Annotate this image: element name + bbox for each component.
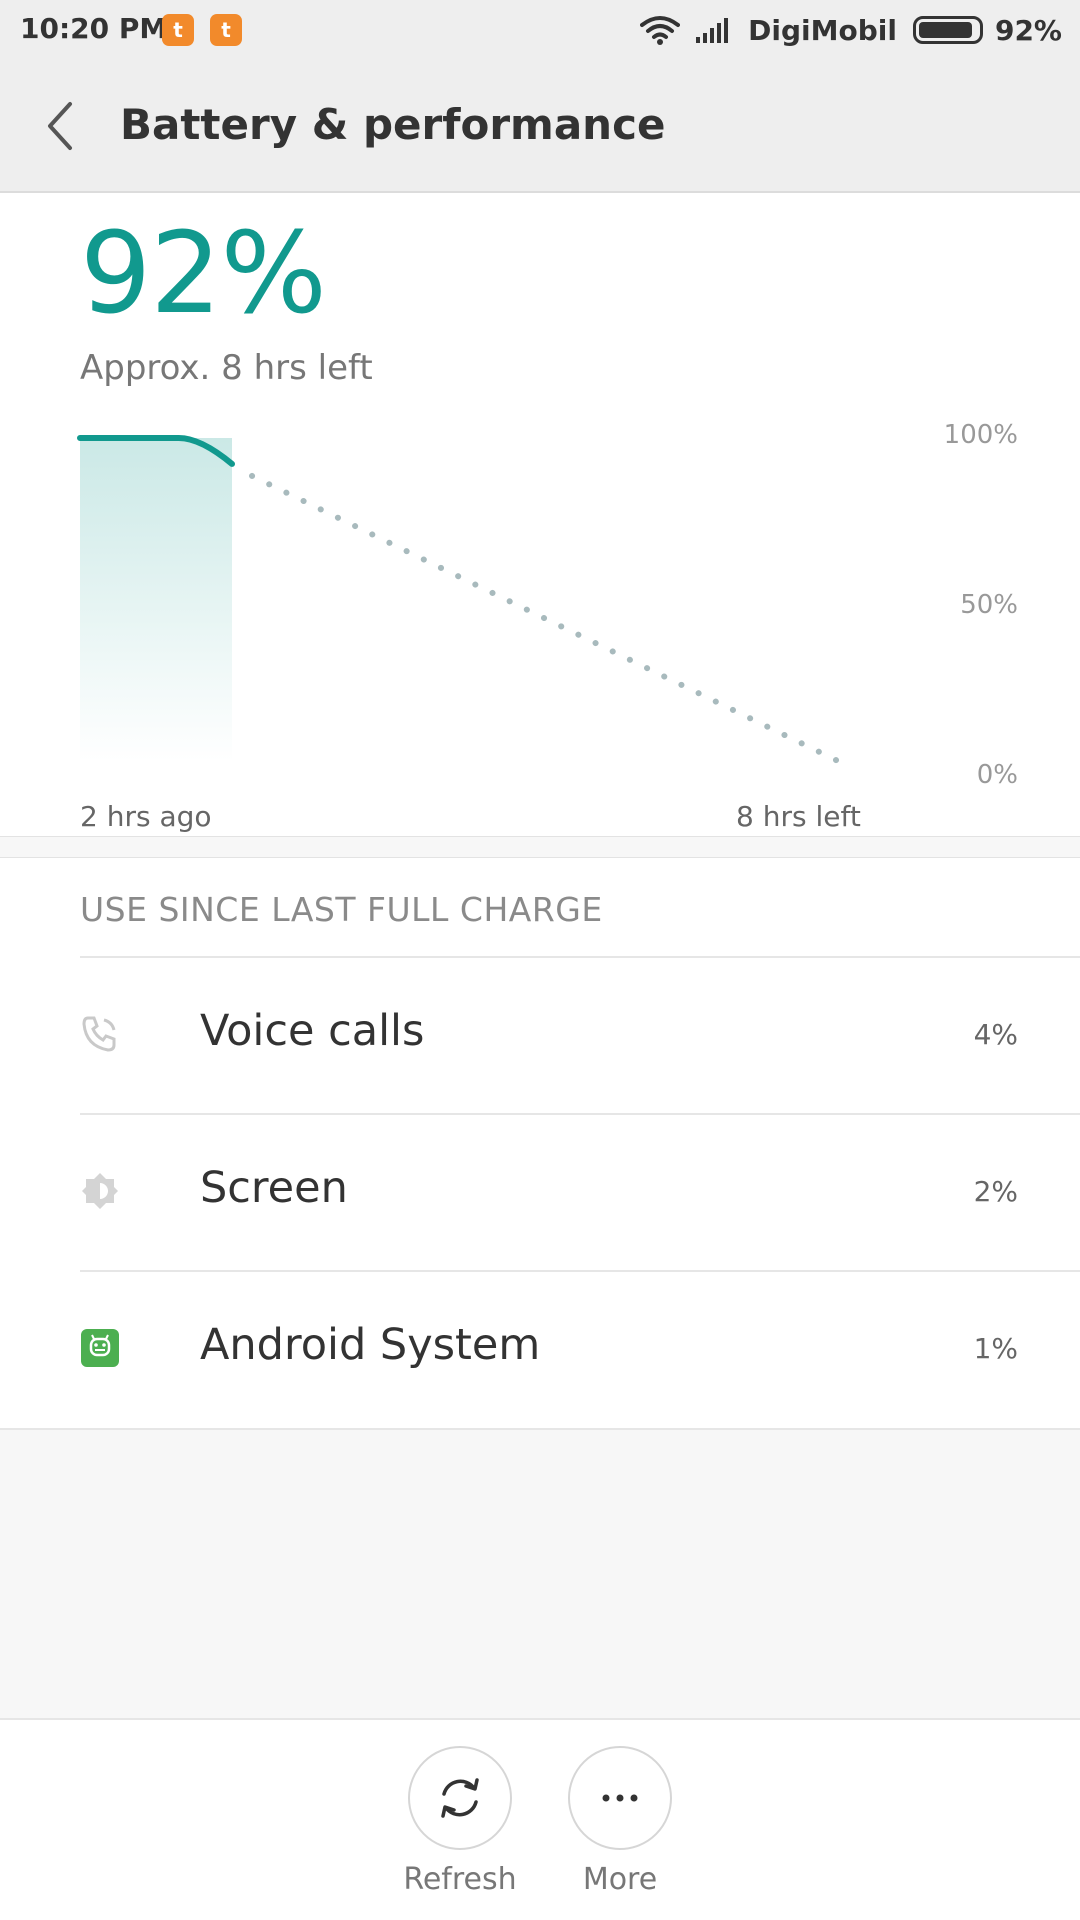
section-divider [0, 836, 1080, 858]
status-time: 10:20 PM [20, 12, 168, 45]
wifi-icon [640, 16, 681, 45]
notification-icon: t [162, 14, 194, 46]
usage-label: Android System [200, 1320, 541, 1370]
list-divider [80, 1270, 1080, 1272]
carrier-name: DigiMobil [748, 13, 897, 47]
usage-item-voice-calls[interactable]: Voice calls 4% [0, 956, 1080, 1113]
refresh-icon [441, 1778, 479, 1818]
app-bar: Battery & performance [0, 60, 1080, 193]
more-icon [602, 1794, 638, 1802]
battery-percent: 92% [80, 209, 327, 339]
refresh-button[interactable] [408, 1746, 512, 1850]
battery-chart: 100% 50% 0% 2 hrs ago 8 hrs left [0, 420, 1080, 840]
bottom-action-bar: Refresh More [0, 1720, 1080, 1920]
back-button[interactable] [40, 96, 90, 156]
signal-icon [696, 18, 729, 43]
phone-call-icon [82, 1016, 116, 1052]
x-label-end: 8 hrs left [736, 800, 861, 833]
list-divider [80, 956, 1080, 958]
chevron-left-icon [48, 102, 72, 150]
battery-remaining: Approx. 8 hrs left [80, 348, 373, 388]
y-tick: 0% [976, 760, 1018, 790]
list-divider [80, 1113, 1080, 1115]
usage-label: Voice calls [200, 1006, 425, 1056]
y-tick: 50% [960, 590, 1018, 620]
usage-item-android-system[interactable]: Android System 1% [0, 1270, 1080, 1427]
section-header: USE SINCE LAST FULL CHARGE [80, 890, 603, 929]
android-icon [81, 1329, 119, 1367]
x-label-start: 2 hrs ago [80, 800, 212, 833]
brightness-icon [82, 1173, 118, 1209]
notification-icon: t [210, 14, 242, 46]
usage-percent: 1% [973, 1332, 1018, 1365]
more-label: More [582, 1862, 658, 1897]
status-battery-percent: 92% [994, 13, 1062, 47]
battery-icon [912, 16, 983, 44]
usage-item-screen[interactable]: Screen 2% [0, 1113, 1080, 1270]
usage-label: Screen [200, 1163, 348, 1213]
history-area [80, 438, 232, 762]
status-indicators: DigiMobil 92% [640, 10, 1062, 50]
projection-line [249, 472, 843, 765]
more-button[interactable] [568, 1746, 672, 1850]
empty-area [0, 1428, 1080, 1720]
usage-percent: 2% [973, 1175, 1018, 1208]
y-tick: 100% [943, 420, 1018, 450]
usage-percent: 4% [973, 1018, 1018, 1051]
status-bar: 10:20 PM t t DigiMobil 92% [0, 0, 1080, 60]
battery-fill [918, 22, 973, 38]
refresh-label: Refresh [403, 1862, 517, 1897]
page-title: Battery & performance [120, 100, 666, 149]
